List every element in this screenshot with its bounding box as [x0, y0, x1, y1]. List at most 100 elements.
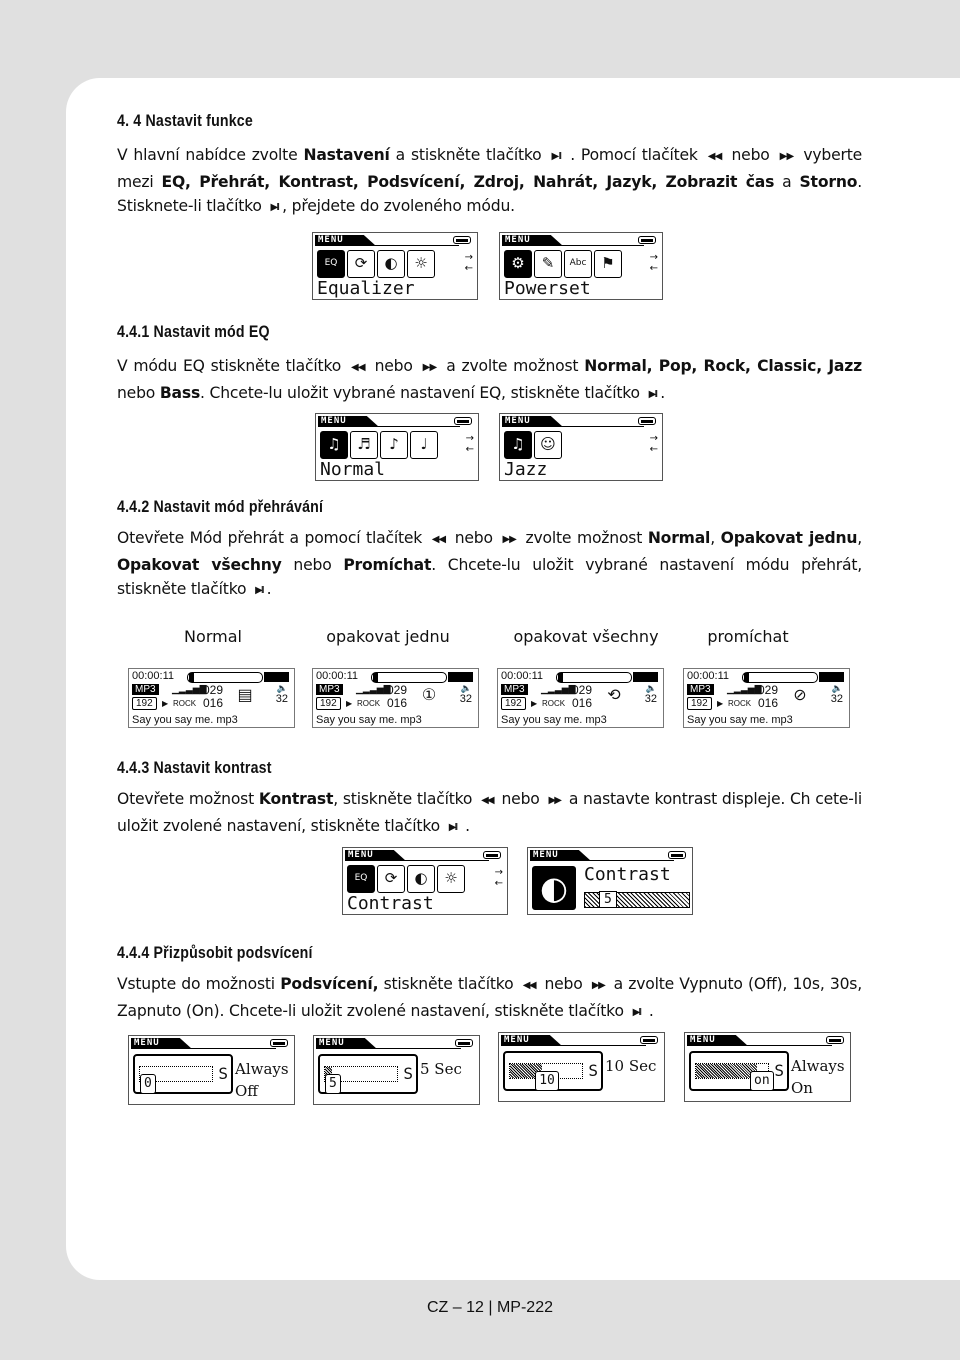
battery-icon: [448, 672, 473, 682]
backlight-slider-frame: on S: [689, 1051, 789, 1091]
menu-icon: ♩: [410, 431, 438, 459]
text-run: nebo: [368, 357, 419, 375]
lcd-contrast-screen: MENU ◐ Contrast 5: [527, 847, 693, 915]
text-run: ,: [710, 529, 721, 547]
player-screen: 00:00:11 MP3 192 ▁▂▃▅▇ 029 ▶ ROCK 016 ① 🔈 32 Say yo…: [312, 668, 479, 728]
bold-term: Kontrast: [258, 790, 334, 808]
shuffle-icon: ⊘: [793, 687, 807, 704]
menu-icon: EQ: [347, 865, 375, 893]
unit-label: S: [588, 1061, 598, 1080]
text-run: . Chcete-lu uložit vybrané nastavení EQ,…: [200, 383, 645, 402]
progress-bar: [742, 672, 818, 683]
text-run: , přejdete do zvoleného módu.: [282, 197, 515, 216]
heading-4-4-1: 4.4.1 Nastavit mód EQ: [117, 323, 270, 341]
volume-value: 32: [830, 693, 843, 705]
elapsed-time: 00:00:11: [132, 670, 175, 682]
contrast-value: 5: [599, 891, 617, 908]
track-total: 016: [203, 696, 224, 710]
lcd-backlight-screen: MENU 5 S 5 Sec: [313, 1035, 480, 1105]
bold-term: Promíchat: [343, 555, 432, 574]
menu-icon: ⚙: [504, 250, 532, 278]
repeat-one-icon: ①: [421, 687, 437, 704]
scroll-arrows-icon: → ←: [494, 867, 503, 889]
menu-underline: [316, 1048, 461, 1049]
backlight-slider-frame: 0S: [133, 1054, 233, 1094]
bold-term: Storno: [799, 172, 858, 191]
fast-forward-icon: ▶▶: [548, 795, 561, 806]
menu-icon: ◐: [407, 865, 435, 893]
text-run: a stiskněte tlačítko: [389, 146, 548, 164]
track-number: 029: [572, 683, 593, 697]
progress-bar: [187, 672, 263, 683]
text-run: .: [460, 816, 470, 835]
menu-icon-row: ⚙ ✎ Abc ⚑: [504, 250, 622, 278]
text-run: , stiskněte tlačítko: [333, 790, 478, 808]
paragraph-4-4-3: Otevřete možnost Kontrast, stiskněte tla…: [117, 787, 862, 840]
footer-model: MP-222: [496, 1299, 553, 1316]
menu-underline: [530, 860, 674, 861]
bold-term: Bass: [159, 383, 201, 402]
volume-value: 32: [275, 693, 288, 705]
backlight-slider-frame: 5S: [318, 1054, 418, 1094]
track-number: 029: [758, 683, 779, 697]
page-footer: CZ – 12 | MP-222: [0, 1299, 960, 1317]
signal-bars-icon: ▁▂▃▅▇: [356, 684, 391, 694]
normal-mode-icon: ▤: [237, 687, 253, 704]
track-total: 016: [387, 696, 408, 710]
play-indicator-icon: ▶: [717, 699, 724, 708]
text-run: V hlavní nabídce zvolte: [117, 146, 304, 164]
battery-icon: [454, 417, 472, 425]
battery-icon: [264, 672, 289, 682]
slider-fill: [696, 1064, 758, 1078]
backlight-slider: 10: [509, 1063, 583, 1091]
bold-term: Podsvícení,: [280, 975, 379, 993]
menu-icon: ♪: [380, 431, 408, 459]
contrast-icon: ◐: [532, 866, 576, 910]
backlight-slider: on: [695, 1063, 774, 1091]
text-run: zvolte možnost: [519, 529, 648, 547]
text-run: nebo: [725, 146, 776, 164]
format-badge: MP3: [687, 684, 714, 695]
menu-screen-label: Contrast: [347, 893, 434, 914]
text-run: nebo: [281, 555, 344, 574]
mode-label-repeat-one: opakovat jednu: [326, 627, 450, 646]
slider-value: 0: [140, 1074, 156, 1094]
menu-icon-row: EQ ⟳ ◐ ☼: [317, 250, 435, 278]
paragraph-4-4-1: V módu EQ stiskněte tlačítko ◀◀ nebo ▶▶ …: [117, 354, 862, 407]
menu-icon: ♫: [504, 431, 532, 459]
slider-value: 10: [535, 1071, 559, 1091]
text-run: Otevřete Mód přehrát a pomocí tlačítek: [117, 529, 428, 547]
fast-forward-icon: ▶▶: [502, 534, 518, 545]
text-run: nebo: [117, 383, 160, 402]
play-pause-icon: ▶II: [448, 821, 458, 833]
menu-underline: [345, 860, 489, 861]
rewind-icon: ◀◀: [431, 534, 447, 545]
scroll-arrows-icon: → ←: [464, 252, 473, 274]
lcd-backlight-screen: MENU 10 S 10 Sec: [498, 1032, 665, 1102]
unit-label: S: [403, 1064, 413, 1083]
track-number: 029: [203, 683, 224, 697]
play-indicator-icon: ▶: [162, 699, 169, 708]
backlight-text-line: Always: [235, 1060, 289, 1078]
text-run: ,: [857, 529, 863, 547]
text-run: .: [266, 580, 272, 599]
battery-icon: [455, 1039, 473, 1047]
elapsed-time: 00:00:11: [316, 670, 359, 682]
track-total: 016: [758, 696, 779, 710]
signal-bars-icon: ▁▂▃▅▇: [172, 684, 207, 694]
heading-4-4-4: 4.4.4 Přizpůsobit podsvícení: [117, 944, 313, 962]
fast-forward-icon: ▶▶: [591, 980, 607, 991]
menu-icon: ♬: [350, 431, 378, 459]
volume-value: 32: [459, 693, 472, 705]
slider-value: on: [750, 1071, 774, 1091]
text-run: Otevřete možnost: [117, 790, 259, 808]
song-title: Say you say me. mp3: [316, 714, 422, 726]
text-run: stiskněte tlačítko: [378, 975, 519, 993]
backlight-text-line: 10 Sec: [605, 1057, 657, 1075]
menu-screen-label: Normal: [320, 459, 386, 480]
unit-label: S: [218, 1064, 228, 1083]
text-run: . Pomocí tlačítek: [564, 146, 704, 164]
contrast-slider: 5: [584, 891, 690, 908]
rewind-icon: ◀◀: [481, 795, 494, 806]
heading-4-4: 4. 4 Nastavit funkce: [117, 112, 253, 130]
